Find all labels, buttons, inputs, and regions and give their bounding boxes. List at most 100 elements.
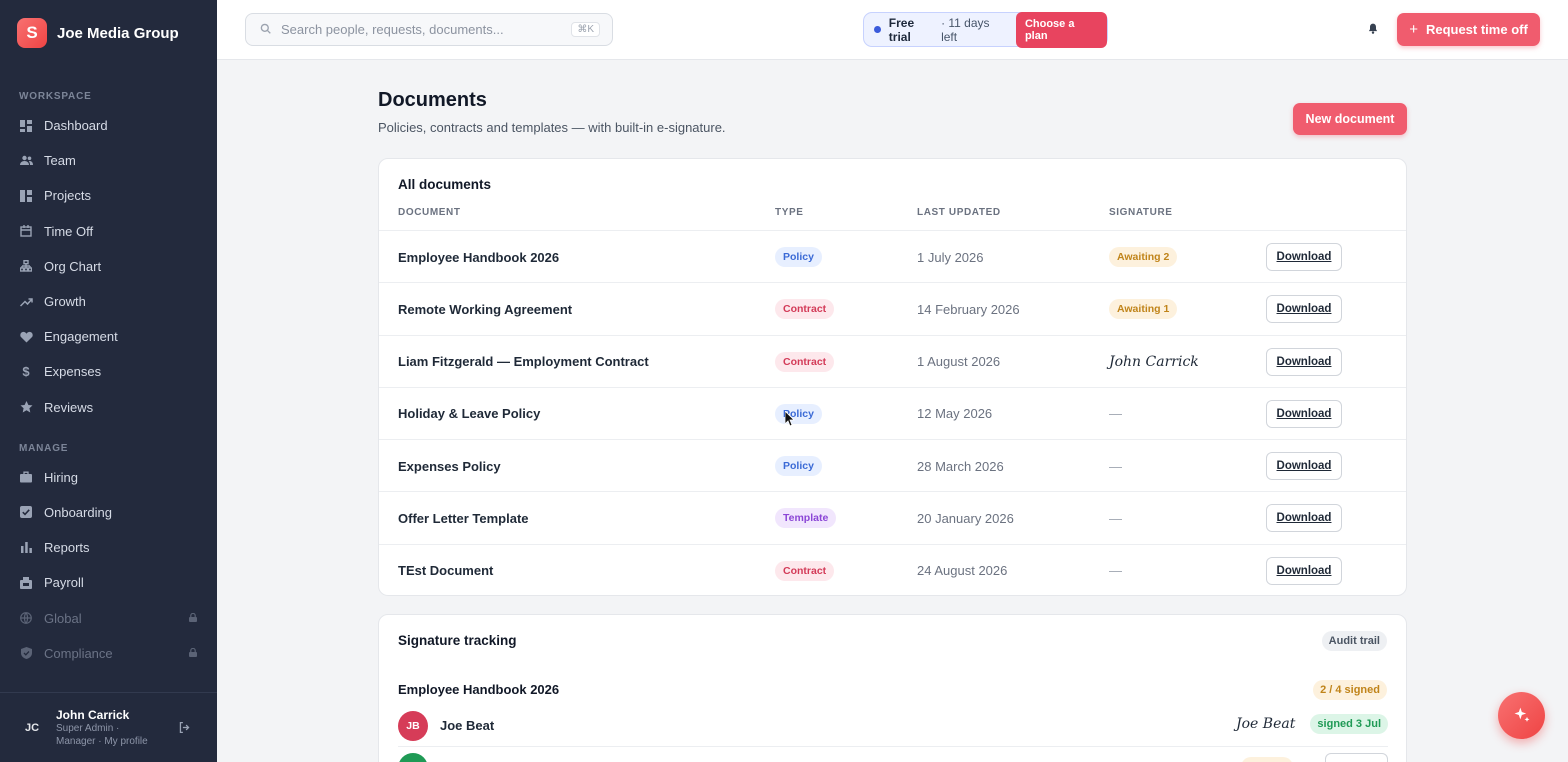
avatar: JC — [24, 721, 40, 734]
page-subtitle: Policies, contracts and templates — with… — [378, 120, 726, 135]
last-updated: 12 May 2026 — [917, 406, 993, 422]
sidebar-item-label: Global — [44, 610, 82, 626]
profile-link[interactable]: Manager · My profile — [56, 735, 148, 748]
brand-logo: S — [17, 18, 47, 48]
download-button[interactable]: Download — [1266, 347, 1342, 376]
sparkle-icon — [1514, 707, 1529, 722]
sidebar-item-label: Team — [44, 153, 76, 169]
request-time-off-button[interactable]: + Request time off — [1397, 13, 1540, 46]
sidebar-item-org-chart[interactable]: Org Chart — [0, 249, 217, 284]
column-header-type[interactable]: TYPE — [775, 207, 804, 218]
download-button[interactable]: Download — [1266, 556, 1342, 585]
user-profile[interactable]: JC John Carrick Super Admin · Manager · … — [0, 692, 217, 762]
brand-name: Joe Media Group — [57, 24, 179, 42]
sidebar-item-global[interactable]: Global — [0, 600, 217, 635]
table-row[interactable]: TEst Document Contract 24 August 2026 — Down… — [379, 543, 1406, 597]
logout-icon[interactable] — [178, 721, 191, 737]
calendar-icon — [19, 224, 33, 238]
type-badge: Policy — [775, 247, 822, 267]
search-input[interactable] — [281, 22, 561, 37]
search-box[interactable]: ⌘K — [245, 13, 613, 46]
table-row[interactable]: Remote Working Agreement Contract 14 Febru… — [379, 282, 1406, 334]
sidebar-item-label: Engagement — [44, 329, 118, 345]
document-name[interactable]: Holiday & Leave Policy — [398, 388, 540, 440]
sidebar-item-label: Hiring — [44, 469, 78, 485]
audit-trail-button[interactable]: Audit trail — [1321, 631, 1387, 651]
column-header-last-updated[interactable]: LAST UPDATED — [917, 207, 1001, 218]
brand[interactable]: S Joe Media Group — [0, 0, 217, 66]
plus-icon: + — [1409, 21, 1418, 38]
sidebar-item-payroll[interactable]: Payroll — [0, 565, 217, 600]
sidebar-item-growth[interactable]: Growth — [0, 284, 217, 319]
signature-cell: John Carrick — [1109, 336, 1199, 388]
download-button[interactable]: Download — [1266, 452, 1342, 481]
table-row[interactable]: Employee Handbook 2026 Policy 1 July 2026 A… — [379, 230, 1406, 282]
download-cell: Download — [1266, 440, 1342, 492]
type-cell: Policy — [775, 388, 822, 440]
new-document-button[interactable]: New document — [1293, 103, 1407, 135]
document-name[interactable]: Expenses Policy — [398, 440, 501, 492]
document-name[interactable]: Employee Handbook 2026 — [398, 231, 559, 283]
trial-banner: Free trial · 11 days left Choose a plan — [863, 11, 1108, 48]
sidebar-item-projects[interactable]: Projects — [0, 178, 217, 213]
type-badge: Policy — [775, 403, 822, 424]
last-updated: 14 February 2026 — [917, 301, 1020, 317]
checkbox-icon — [19, 505, 33, 519]
last-updated: 1 July 2026 — [917, 249, 984, 265]
sidebar-item-reviews[interactable]: Reviews — [0, 390, 217, 425]
sidebar-item-expenses[interactable]: $ Expenses — [0, 354, 217, 389]
signature-empty: — — [1109, 563, 1122, 579]
document-name[interactable]: TEst Document — [398, 545, 493, 597]
type-cell: Template — [775, 492, 837, 544]
trial-label: Free trial — [888, 15, 915, 44]
sidebar-item-team[interactable]: Team — [0, 143, 217, 178]
download-button[interactable]: Download — [1266, 295, 1342, 324]
choose-plan-button[interactable]: Choose a plan — [1015, 11, 1107, 48]
sidebar-item-onboarding[interactable]: Onboarding — [0, 495, 217, 530]
download-button[interactable]: Download — [1266, 243, 1342, 271]
download-button[interactable]: Download — [1266, 399, 1342, 428]
signature-status-badge: Awaiting 1 — [1109, 299, 1178, 320]
action-button[interactable] — [1325, 753, 1388, 762]
team-icon — [19, 154, 33, 168]
sidebar-item-label: Reviews — [44, 399, 94, 415]
column-header-signature[interactable]: SIGNATURE — [1109, 207, 1173, 218]
type-badge: Policy — [775, 456, 822, 477]
column-header-document[interactable]: DOCUMENT — [398, 207, 461, 218]
download-cell: Download — [1266, 388, 1342, 440]
bell-icon[interactable] — [1367, 22, 1379, 38]
type-cell: Contract — [775, 283, 835, 335]
sidebar-item-engagement[interactable]: Engagement — [0, 319, 217, 354]
lock-icon — [189, 612, 197, 624]
type-badge: Contract — [775, 560, 835, 581]
last-updated: 24 August 2026 — [917, 563, 1008, 579]
download-button[interactable]: Download — [1266, 504, 1342, 533]
sidebar-item-time-off[interactable]: Time Off — [0, 214, 217, 249]
document-name[interactable]: Remote Working Agreement — [398, 283, 572, 335]
sidebar-item-dashboard[interactable]: Dashboard — [0, 108, 217, 143]
projects-icon — [19, 189, 33, 203]
sidebar-item-label: Projects — [44, 188, 91, 204]
signed-count-badge: 2 / 4 signed — [1313, 680, 1387, 700]
last-updated: 1 August 2026 — [917, 354, 1001, 370]
payroll-icon — [19, 576, 33, 590]
signature-empty: — — [1109, 406, 1122, 422]
sidebar-item-hiring[interactable]: Hiring — [0, 460, 217, 495]
sidebar-item-compliance[interactable]: Compliance — [0, 636, 217, 671]
document-name[interactable]: Offer Letter Template — [398, 492, 529, 544]
download-cell: Download — [1266, 545, 1342, 597]
ai-assistant-button[interactable] — [1498, 692, 1545, 739]
document-name[interactable]: Liam Fitzgerald — Employment Contract — [398, 336, 649, 388]
type-badge: Template — [775, 508, 837, 529]
table-row[interactable]: Holiday & Leave Policy Policy 12 May 2026 —… — [379, 386, 1406, 440]
table-row[interactable]: Offer Letter Template Template 20 January … — [379, 491, 1406, 543]
table-row[interactable]: Expenses Policy Policy 28 March 2026 — Downl… — [379, 439, 1406, 491]
signature-status-badge: Awaiting 2 — [1109, 247, 1178, 267]
signer-signature: Joe Beat — [1236, 716, 1296, 732]
globe-icon — [19, 611, 33, 625]
table-row[interactable]: Liam Fitzgerald — Employment Contract Con… — [379, 334, 1406, 388]
top-bar: ⌘K Free trial · 11 days left Choose a pl… — [217, 0, 1568, 60]
signature-cell: — — [1109, 388, 1122, 440]
sidebar-item-reports[interactable]: Reports — [0, 530, 217, 565]
download-cell: Download — [1266, 336, 1342, 388]
